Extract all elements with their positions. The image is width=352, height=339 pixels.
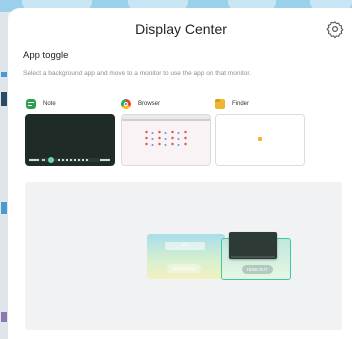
main-display-label: Main Display xyxy=(167,264,201,273)
sidebar-mark xyxy=(1,92,7,106)
note-toolbar-dots xyxy=(58,159,88,161)
note-app-thumbnail[interactable] xyxy=(25,114,115,166)
background-sidebar xyxy=(0,12,8,339)
dialog-title: Display Center xyxy=(135,21,227,37)
settings-gear-icon[interactable] xyxy=(326,20,344,38)
browser-speed-dial-2 xyxy=(146,130,186,146)
note-pen-button xyxy=(48,157,54,163)
hint-text: Select a background app and move to a mo… xyxy=(23,70,252,77)
browser-addressbar xyxy=(122,119,210,121)
browser-app-thumbnail[interactable] xyxy=(121,114,211,166)
section-title: App toggle xyxy=(23,50,69,61)
note-icon xyxy=(26,99,36,109)
dragged-app-window[interactable] xyxy=(229,232,277,259)
note-toolbar-item xyxy=(100,159,110,161)
note-toolbar-item xyxy=(29,159,39,161)
sidebar-mark xyxy=(1,312,7,322)
app-label-finder[interactable]: Finder xyxy=(215,98,249,110)
folder-icon xyxy=(215,99,225,109)
sidebar-mark xyxy=(1,202,7,214)
main-display-bar-text: 12:00 xyxy=(181,243,189,247)
hdmi-out-label: HDMI OUT xyxy=(242,265,273,274)
note-toolbar-item xyxy=(42,159,45,161)
monitor-arrangement-area: 12:00 Main Display HDMI OUT xyxy=(25,182,342,330)
browser-icon xyxy=(121,99,131,109)
dragged-window-toolbar xyxy=(231,256,275,258)
finder-app-thumbnail[interactable] xyxy=(215,114,305,166)
main-display-monitor[interactable]: 12:00 Main Display xyxy=(147,234,225,279)
app-label-browser[interactable]: Browser xyxy=(121,98,160,110)
app-name: Finder xyxy=(232,101,250,107)
app-name: Note xyxy=(43,101,56,107)
sidebar-mark xyxy=(1,72,7,77)
display-center-dialog: Display Center App toggle Select a backg… xyxy=(8,8,352,339)
app-label-note[interactable]: Note xyxy=(26,98,56,110)
finder-placeholder-icon xyxy=(258,137,262,141)
app-name: Browser xyxy=(138,101,161,107)
